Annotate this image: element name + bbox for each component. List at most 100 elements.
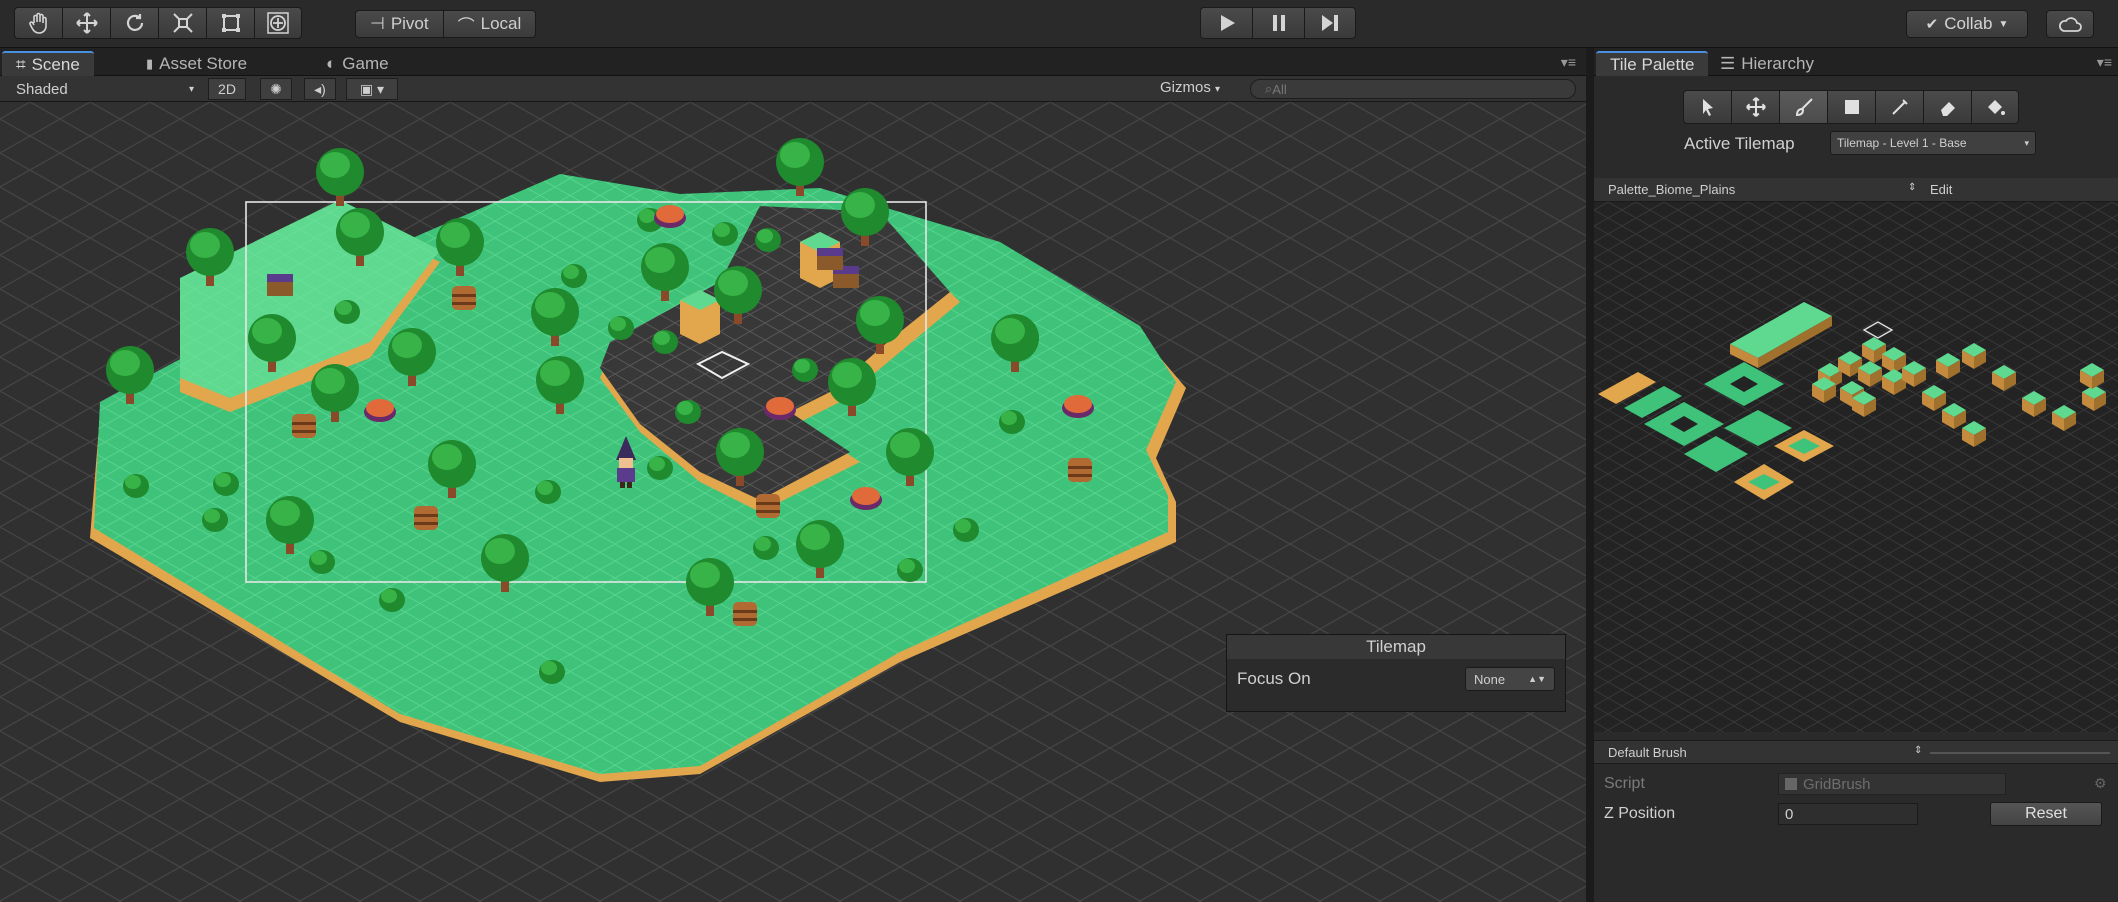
fill-tool-button[interactable] [1971,90,2019,124]
tab-tile-palette[interactable]: Tile Palette [1596,51,1709,76]
scene-search-input[interactable]: ⌕ All [1250,79,1576,99]
play-button[interactable] [1200,7,1252,39]
picker-icon [1891,99,1908,115]
brush-dropdown[interactable]: Default Brush [1608,745,1687,760]
treasure-chest [267,274,293,296]
game-icon: ◐ [326,53,337,73]
scene-canvas[interactable] [0,102,1586,902]
search-icon: ⌕ [1265,81,1273,96]
pivot-button[interactable]: ⊣ Pivot [355,10,443,38]
select-icon [1702,99,1713,116]
panel-menu-icon[interactable]: ▾≡ [1561,54,1576,71]
tab-asset-store[interactable]: ▮ Asset Store [132,51,261,76]
rotate-tool-button[interactable] [110,7,158,39]
tab-game[interactable]: ◐ Game [312,51,403,76]
panel-menu-icon[interactable]: ▾≡ [2097,54,2112,71]
tilemap-overlay-title: Tilemap [1227,635,1565,659]
tab-scene-label: Scene [31,54,80,74]
edit-palette-button[interactable]: Edit [1930,182,1952,197]
cloud-button[interactable] [2046,10,2094,38]
script-row: Script GridBrush ⚙ [1594,770,2118,798]
eraser-icon [1940,102,1955,116]
store-icon: ▮ [146,55,154,71]
rotate-icon [126,14,143,31]
focus-on-dropdown[interactable]: None ▲▼ [1465,667,1555,691]
bush [755,228,781,252]
bush [309,550,335,574]
select-tool-button[interactable] [1683,90,1731,124]
speaker-icon: ◂) [314,80,326,97]
2d-toggle-button[interactable]: 2D [208,78,246,100]
transform-tool-button[interactable] [254,7,302,39]
bush [608,316,634,340]
tab-asset-store-label: Asset Store [159,53,248,73]
eraser-tool-button[interactable] [1923,90,1971,124]
z-position-label: Z Position [1604,805,1676,822]
bush [647,456,673,480]
bush [652,330,678,354]
dropdown-arrow-icon: ⇕ [1908,182,1917,193]
pivot-icon: ⊣ [370,14,385,33]
brush-selector-bar: Default Brush ⇕ [1594,740,2118,764]
tab-hierarchy[interactable]: ☰ Hierarchy [1706,51,1828,76]
z-position-field[interactable]: 0 [1778,803,1918,825]
image-icon: ▣ ▾ [359,80,385,97]
bush [712,222,738,246]
z-position-row: Z Position 0 Reset [1594,800,2118,828]
scene-viewport[interactable]: Tilemap Focus On None ▲▼ [0,102,1586,902]
pause-button[interactable] [1252,7,1304,39]
shading-mode-dropdown[interactable]: Shaded ▾ [10,79,200,99]
palette-selector-bar: Palette_Biome_Plains ⇕ Edit [1594,178,2118,202]
fill-icon [1988,100,2005,115]
palette-dropdown[interactable]: Palette_Biome_Plains [1608,182,1735,197]
barrel [756,494,780,518]
script-icon [1785,778,1797,790]
bush [999,410,1025,434]
gizmos-dropdown[interactable]: Gizmos ▾ [1160,79,1220,96]
tilemap-scene-overlay: Tilemap Focus On None ▲▼ [1226,634,1566,712]
sun-icon: ✺ [270,80,282,97]
scene-tab-strip: ⌗ Scene ▮ Asset Store ◐ Game ▾≡ [0,48,1586,76]
dropdown-arrow-icon: ▲▼ [1528,674,1546,684]
palette-canvas[interactable] [1594,202,2118,732]
script-label: Script [1604,775,1645,792]
palette-tools [1683,90,2019,124]
hand-icon [28,12,47,34]
dropdown-arrow-icon: ▾ [188,83,194,95]
tab-scene[interactable]: ⌗ Scene [2,51,94,76]
effects-dropdown[interactable]: ▣ ▾ [346,78,398,100]
collab-button[interactable]: ✔ Collab ▼ [1906,10,2028,38]
focus-on-label: Focus On [1237,669,1311,688]
scale-tool-button[interactable] [158,7,206,39]
hand-tool-button[interactable] [14,7,62,39]
rect-tool-button[interactable] [206,7,254,39]
move-tool-button[interactable] [62,7,110,39]
pause-icon [1272,15,1285,31]
move-tool-button[interactable] [1731,90,1779,124]
treasure-chest [817,248,843,270]
reset-button[interactable]: Reset [1990,802,2102,826]
hierarchy-icon: ☰ [1720,53,1736,73]
active-tilemap-dropdown[interactable]: Tilemap - Level 1 - Base ▾ [1830,131,2036,155]
box-fill-tool-button[interactable] [1827,90,1875,124]
local-button[interactable]: ⌒ Local [442,10,537,38]
palette-grid-area[interactable] [1594,202,2118,732]
focus-on-row: Focus On None ▲▼ [1227,659,1565,699]
scene-panel: ⌗ Scene ▮ Asset Store ◐ Game ▾≡ Shaded ▾… [0,48,1586,902]
scale-icon [172,13,193,33]
bush [379,588,405,612]
paint-tool-button[interactable] [1779,90,1827,124]
audio-toggle[interactable]: ◂) [304,78,336,100]
tile-palette-panel: Tile Palette ☰ Hierarchy ▾≡ Active Tilem… [1590,48,2118,902]
check-icon: ✔ [1925,16,1939,33]
step-button[interactable] [1304,7,1356,39]
pivot-toggle-group: ⊣ Pivot ⌒ Local [355,10,537,38]
bush [897,558,923,582]
rect-tool-icon [221,14,240,32]
picker-tool-button[interactable] [1875,90,1923,124]
lighting-toggle[interactable]: ✺ [260,78,292,100]
tab-hierarchy-label: Hierarchy [1741,53,1814,73]
shading-mode-value: Shaded [16,80,68,98]
barrel [1068,458,1092,482]
dropdown-arrow-icon: ▾ [1215,84,1221,95]
